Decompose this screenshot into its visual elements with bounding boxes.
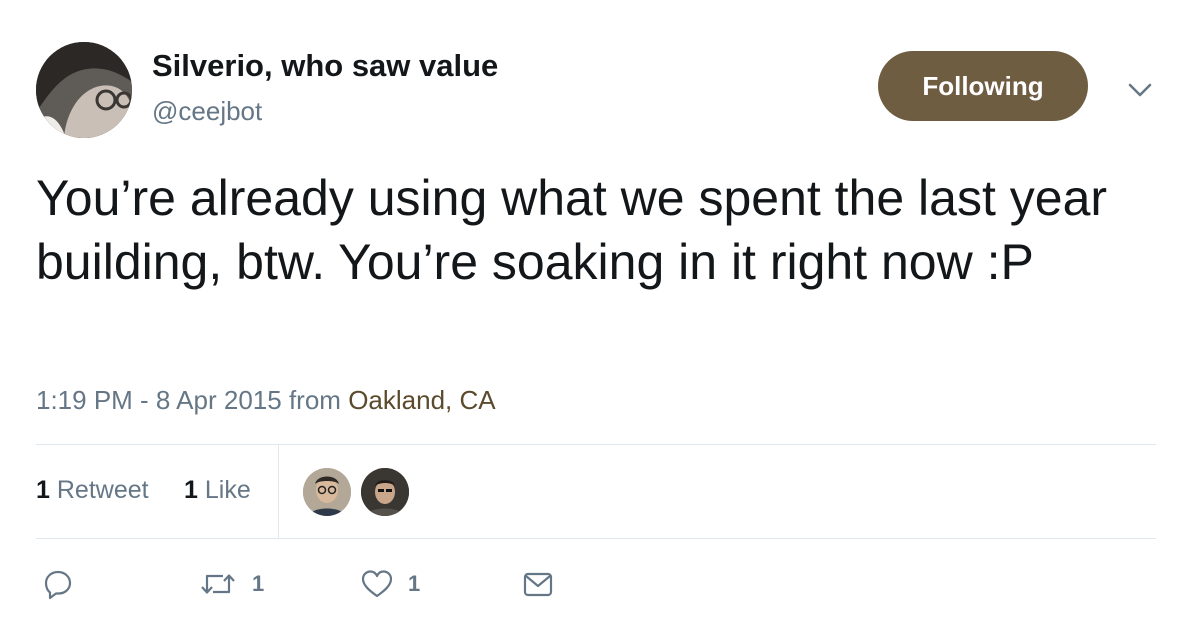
likes-stat[interactable]: 1 Like xyxy=(184,476,251,505)
author-avatar[interactable] xyxy=(36,42,132,138)
following-button[interactable]: Following xyxy=(878,51,1088,121)
retweet-count: 1 xyxy=(252,571,265,596)
stats-divider xyxy=(278,445,279,538)
reply-button[interactable] xyxy=(42,566,74,602)
retweets-count: 1 xyxy=(36,476,50,504)
like-button[interactable]: 1 xyxy=(360,566,420,602)
envelope-icon xyxy=(523,572,553,597)
retweets-label: Retweet xyxy=(56,476,149,504)
likes-count: 1 xyxy=(184,476,198,504)
tweet-timestamp[interactable]: 1:19 PM - 8 Apr 2015 xyxy=(36,385,282,415)
retweeter-avatar[interactable] xyxy=(361,468,409,516)
like-count: 1 xyxy=(408,571,421,596)
tweet-text: You’re already using what we spent the l… xyxy=(36,170,1108,290)
reply-icon xyxy=(44,570,72,600)
tweet-meta: 1:19 PM - 8 Apr 2015 from Oakland, CA xyxy=(36,385,496,416)
chevron-down-icon[interactable] xyxy=(1126,78,1154,102)
likes-label: Like xyxy=(204,476,251,504)
author-handle[interactable]: @ceejbot xyxy=(152,96,262,127)
heart-icon xyxy=(361,570,393,598)
from-label: from xyxy=(288,385,341,415)
retweet-button[interactable]: 1 xyxy=(198,566,264,602)
retweets-stat[interactable]: 1 Retweet xyxy=(36,476,149,505)
retweet-icon xyxy=(201,574,235,594)
tweet-location[interactable]: Oakland, CA xyxy=(348,385,495,415)
divider-bottom xyxy=(36,538,1156,539)
divider-top xyxy=(36,444,1156,445)
author-avatar-image xyxy=(36,42,132,138)
author-name[interactable]: Silverio, who saw value xyxy=(152,48,498,84)
direct-message-button[interactable] xyxy=(522,566,554,602)
liker-avatar[interactable] xyxy=(303,468,351,516)
